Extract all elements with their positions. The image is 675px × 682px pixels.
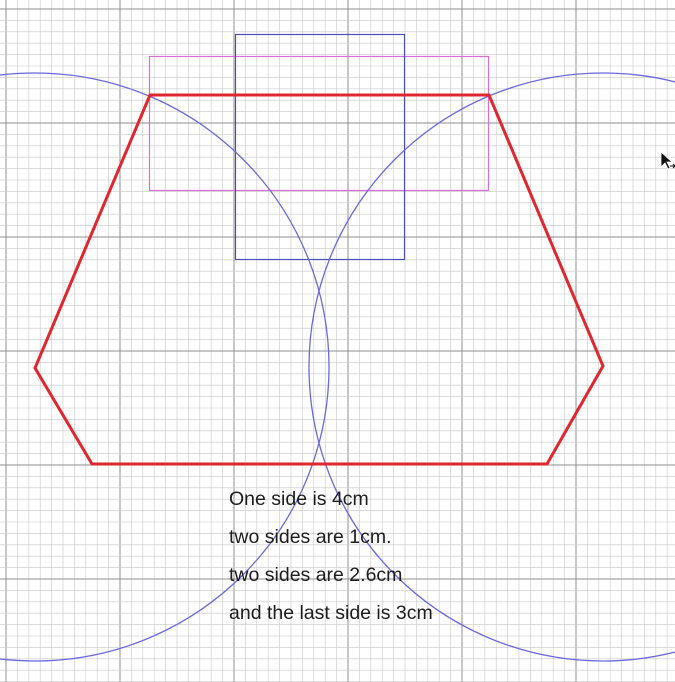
note-line-1: One side is 4cm (229, 488, 369, 510)
note-line-4: and the last side is 3cm (229, 602, 433, 624)
note-line-2: two sides are 1cm. (229, 526, 392, 548)
note-line-3: two sides are 2.6cm (229, 564, 402, 586)
drawing-canvas[interactable]: One side is 4cm two sides are 1cm. two s… (0, 0, 675, 682)
